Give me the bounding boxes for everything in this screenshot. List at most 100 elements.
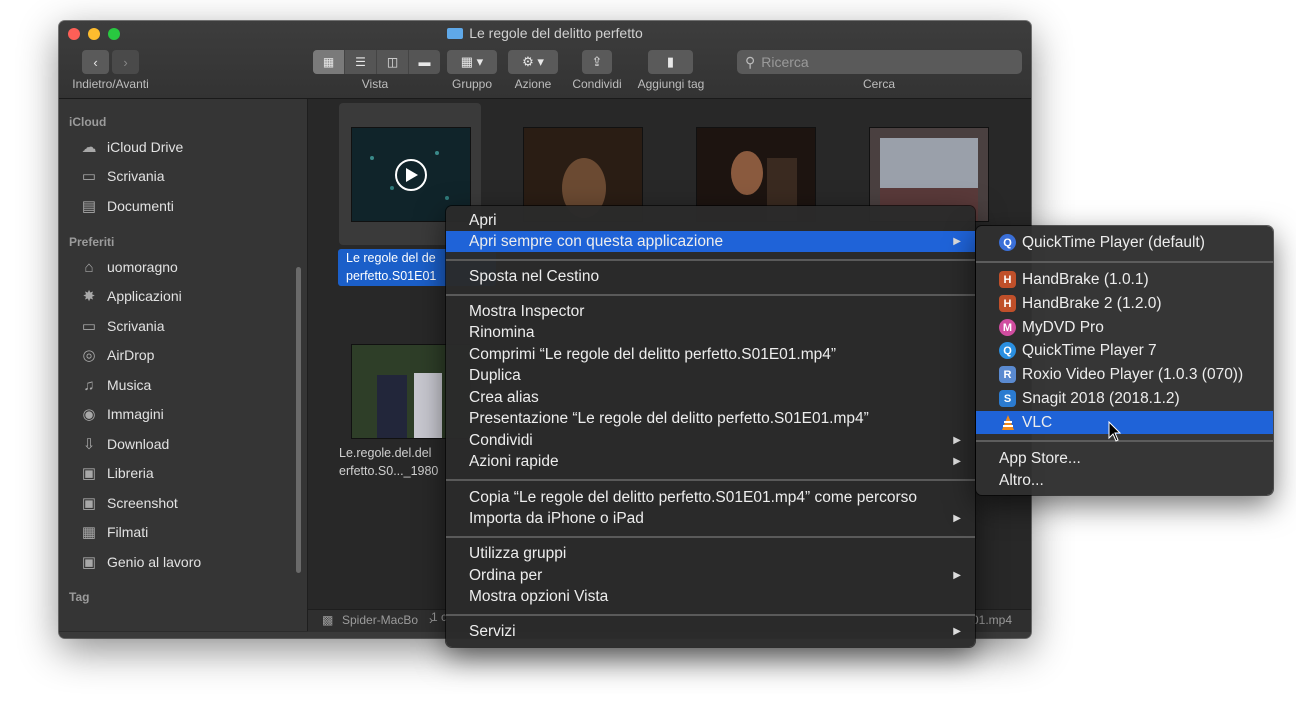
submenu-item-handbrake-2[interactable]: H HandBrake 2 (1.2.0) — [976, 292, 1273, 315]
tag-button[interactable]: ▮ — [648, 50, 693, 74]
sidebar-item-download[interactable]: ⇩ Download — [79, 431, 170, 457]
vlc-icon — [999, 414, 1016, 431]
menu-item-mostra-inspector[interactable]: Mostra Inspector — [446, 301, 975, 322]
download-icon: ⇩ — [82, 436, 96, 453]
submenu-separator — [976, 261, 1273, 263]
sidebar-heading-icloud: iCloud — [69, 115, 107, 129]
menu-item-apri[interactable]: Apri — [446, 210, 975, 231]
handbrake-icon: H — [999, 271, 1016, 288]
menu-item-azioni-rapide[interactable]: Azioni rapide ▶ — [446, 451, 975, 472]
menu-item-rinomina[interactable]: Rinomina — [446, 322, 975, 343]
menu-item-mostra-opzioni-vista[interactable]: Mostra opzioni Vista — [446, 586, 975, 607]
group-icon: ▦ ▾ — [460, 54, 484, 69]
sidebar: iCloud ☁ iCloud Drive ▭ Scrivania ▤ Documen… — [59, 99, 308, 631]
sidebar-heading-preferiti: Preferiti — [69, 235, 115, 249]
submenu-arrow-icon: ▶ — [953, 435, 961, 446]
sidebar-item-icloud-drive[interactable]: ☁ iCloud Drive — [79, 134, 184, 160]
gear-icon: ⚙ ▾ — [522, 54, 544, 69]
share-label: Condividi — [572, 77, 622, 91]
document-icon: ▤ — [81, 198, 97, 215]
sidebar-item-immagini[interactable]: ◉ Immagini — [79, 401, 163, 427]
menu-item-utilizza-gruppi[interactable]: Utilizza gruppi — [446, 543, 975, 564]
submenu-arrow-icon: ▶ — [953, 513, 961, 524]
menu-item-apri-sempre-con[interactable]: Apri sempre con questa applicazione ▶ — [446, 231, 975, 252]
gallery-view-icon[interactable]: ▬ — [409, 50, 440, 74]
menu-item-servizi[interactable]: Servizi ▶ — [446, 621, 975, 642]
sidebar-item-uomoragno[interactable]: ⌂ uomoragno — [79, 254, 177, 280]
menu-separator — [446, 614, 975, 616]
menu-item-presentazione[interactable]: Presentazione “Le regole del delitto per… — [446, 408, 975, 429]
nav-label: Indietro/Avanti — [72, 77, 149, 91]
menu-item-ordina-per[interactable]: Ordina per ▶ — [446, 565, 975, 586]
menu-separator — [446, 294, 975, 296]
view-label: Vista — [361, 77, 389, 91]
path-item-file[interactable]: 01.mp4 — [972, 613, 1012, 627]
desktop-icon: ▭ — [81, 318, 97, 335]
share-icon: ⇪ — [591, 54, 603, 69]
submenu-item-quicktime-7[interactable]: Q QuickTime Player 7 — [976, 339, 1273, 362]
submenu-item-app-store[interactable]: App Store... — [976, 447, 1273, 470]
sidebar-scrollbar[interactable] — [296, 267, 301, 573]
menu-item-condividi[interactable]: Condividi ▶ — [446, 430, 975, 451]
cloud-icon: ☁ — [81, 139, 97, 156]
context-menu: Apri Apri sempre con questa applicazione… — [446, 206, 975, 647]
search-input[interactable]: ⚲ Ricerca — [737, 50, 1022, 74]
sidebar-item-musica[interactable]: ♫ Musica — [79, 372, 151, 398]
column-view-icon[interactable]: ◫ — [377, 50, 409, 74]
tag-label: Aggiungi tag — [637, 77, 705, 91]
sidebar-item-scrivania-icloud[interactable]: ▭ Scrivania — [79, 163, 165, 189]
sidebar-item-filmati[interactable]: ▦ Filmati — [79, 519, 148, 545]
menu-separator — [446, 536, 975, 538]
action-label: Azione — [514, 77, 552, 91]
menu-item-duplica[interactable]: Duplica — [446, 365, 975, 386]
folder-icon: ▣ — [81, 465, 97, 482]
submenu-item-quicktime[interactable]: Q QuickTime Player (default) — [976, 231, 1273, 254]
submenu-item-altro[interactable]: Altro... — [976, 469, 1273, 492]
sidebar-item-screenshot[interactable]: ▣ Screenshot — [79, 490, 178, 516]
forward-button[interactable]: › — [112, 50, 139, 74]
submenu-item-vlc[interactable]: VLC — [976, 411, 1273, 434]
toolbar: Le regole del delitto perfetto ‹ › Indie… — [59, 21, 1031, 99]
submenu-arrow-icon: ▶ — [953, 570, 961, 581]
sidebar-item-applicazioni[interactable]: ✸ Applicazioni — [79, 283, 182, 309]
submenu-item-roxio[interactable]: R Roxio Video Player (1.0.3 (070)) — [976, 363, 1273, 386]
view-segment: ▦ ☰ ◫ ▬ — [313, 50, 440, 74]
quicktime7-icon: Q — [999, 342, 1016, 359]
submenu-arrow-icon: ▶ — [953, 626, 961, 637]
submenu-arrow-icon: ▶ — [953, 236, 961, 247]
sidebar-item-documenti[interactable]: ▤ Documenti — [79, 193, 174, 219]
menu-separator — [446, 479, 975, 481]
menu-item-sposta-cestino[interactable]: Sposta nel Cestino — [446, 266, 975, 287]
folder-icon — [447, 28, 464, 39]
tag-icon: ▮ — [666, 54, 675, 69]
search-label: Cerca — [862, 77, 895, 91]
menu-item-crea-alias[interactable]: Crea alias — [446, 387, 975, 408]
snagit-icon: S — [999, 390, 1016, 407]
group-button[interactable]: ▦ ▾ — [447, 50, 497, 74]
window-title-text: Le regole del delitto perfetto — [469, 25, 643, 41]
menu-item-importa-iphone[interactable]: Importa da iPhone o iPad ▶ — [446, 508, 975, 529]
folder-icon: ▣ — [81, 495, 97, 512]
mouse-pointer-icon — [1108, 420, 1122, 448]
menu-item-comprimi[interactable]: Comprimi “Le regole del delitto perfetto… — [446, 344, 975, 365]
applications-icon: ✸ — [82, 288, 96, 305]
list-view-icon[interactable]: ☰ — [345, 50, 377, 74]
icon-view-icon[interactable]: ▦ — [313, 50, 345, 74]
share-button[interactable]: ⇪ — [582, 50, 612, 74]
back-button[interactable]: ‹ — [82, 50, 109, 74]
sidebar-item-genio[interactable]: ▣ Genio al lavoro — [79, 549, 201, 575]
sidebar-item-libreria[interactable]: ▣ Libreria — [79, 460, 154, 486]
action-button[interactable]: ⚙ ▾ — [508, 50, 558, 74]
path-item-computer[interactable]: Spider-MacBo — [342, 613, 418, 627]
sidebar-item-airdrop[interactable]: ◎ AirDrop — [79, 342, 154, 368]
submenu-item-handbrake[interactable]: H HandBrake (1.0.1) — [976, 268, 1273, 291]
sidebar-item-scrivania[interactable]: ▭ Scrivania — [79, 313, 165, 339]
handbrake-icon: H — [999, 295, 1016, 312]
menu-item-copia-percorso[interactable]: Copia “Le regole del delitto perfetto.S0… — [446, 487, 975, 508]
desktop-icon: ▭ — [81, 168, 97, 185]
group-label: Gruppo — [451, 77, 493, 91]
submenu-item-mydvd[interactable]: M MyDVD Pro — [976, 316, 1273, 339]
status-text: 1 c — [431, 610, 448, 624]
open-with-submenu: Q QuickTime Player (default) H HandBrake (… — [976, 226, 1273, 495]
submenu-item-snagit[interactable]: S Snagit 2018 (2018.1.2) — [976, 387, 1273, 410]
